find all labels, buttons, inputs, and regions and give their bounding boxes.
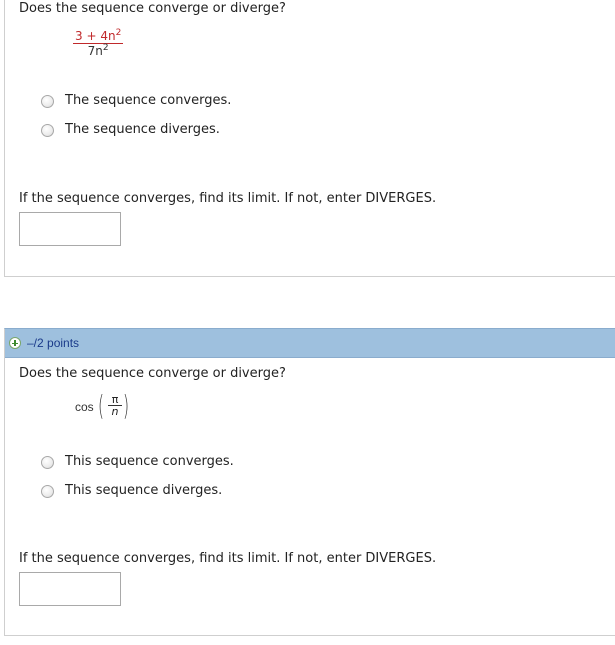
radio-icon[interactable] (41, 485, 54, 498)
question-card-2: –/2 points Does the sequence converge or… (4, 328, 615, 636)
radio-icon[interactable] (41, 456, 54, 469)
plus-circle-icon[interactable] (9, 337, 21, 349)
radio-icon[interactable] (41, 95, 54, 108)
sequence-expression: 3 + 4n2 7n2 (73, 28, 124, 59)
expression-numerator: 3 + 4n2 (73, 28, 124, 44)
points-label: –/2 points (27, 336, 80, 350)
expression-denominator: 7n2 (87, 43, 109, 59)
argument-denominator: n (111, 405, 119, 418)
option-label: The sequence diverges. (65, 122, 220, 137)
radio-icon[interactable] (41, 124, 54, 137)
limit-prompt: If the sequence converges, find its limi… (19, 551, 437, 566)
points-header: –/2 points (5, 329, 615, 358)
left-paren: ( (98, 389, 105, 422)
question-prompt: Does the sequence converge or diverge? (19, 1, 286, 16)
question-prompt: Does the sequence converge or diverge? (19, 366, 286, 381)
option-label: This sequence converges. (65, 454, 234, 469)
question-card-1: Does the sequence converge or diverge? 3… (4, 0, 615, 277)
limit-prompt: If the sequence converges, find its limi… (19, 191, 437, 206)
cos-function: cos (75, 400, 94, 414)
limit-answer-input[interactable] (19, 572, 121, 606)
option-label: The sequence converges. (65, 93, 232, 108)
right-paren: ) (123, 389, 130, 422)
limit-answer-input[interactable] (19, 212, 121, 246)
option-label: This sequence diverges. (65, 483, 223, 498)
cos-argument: π n (108, 394, 122, 418)
